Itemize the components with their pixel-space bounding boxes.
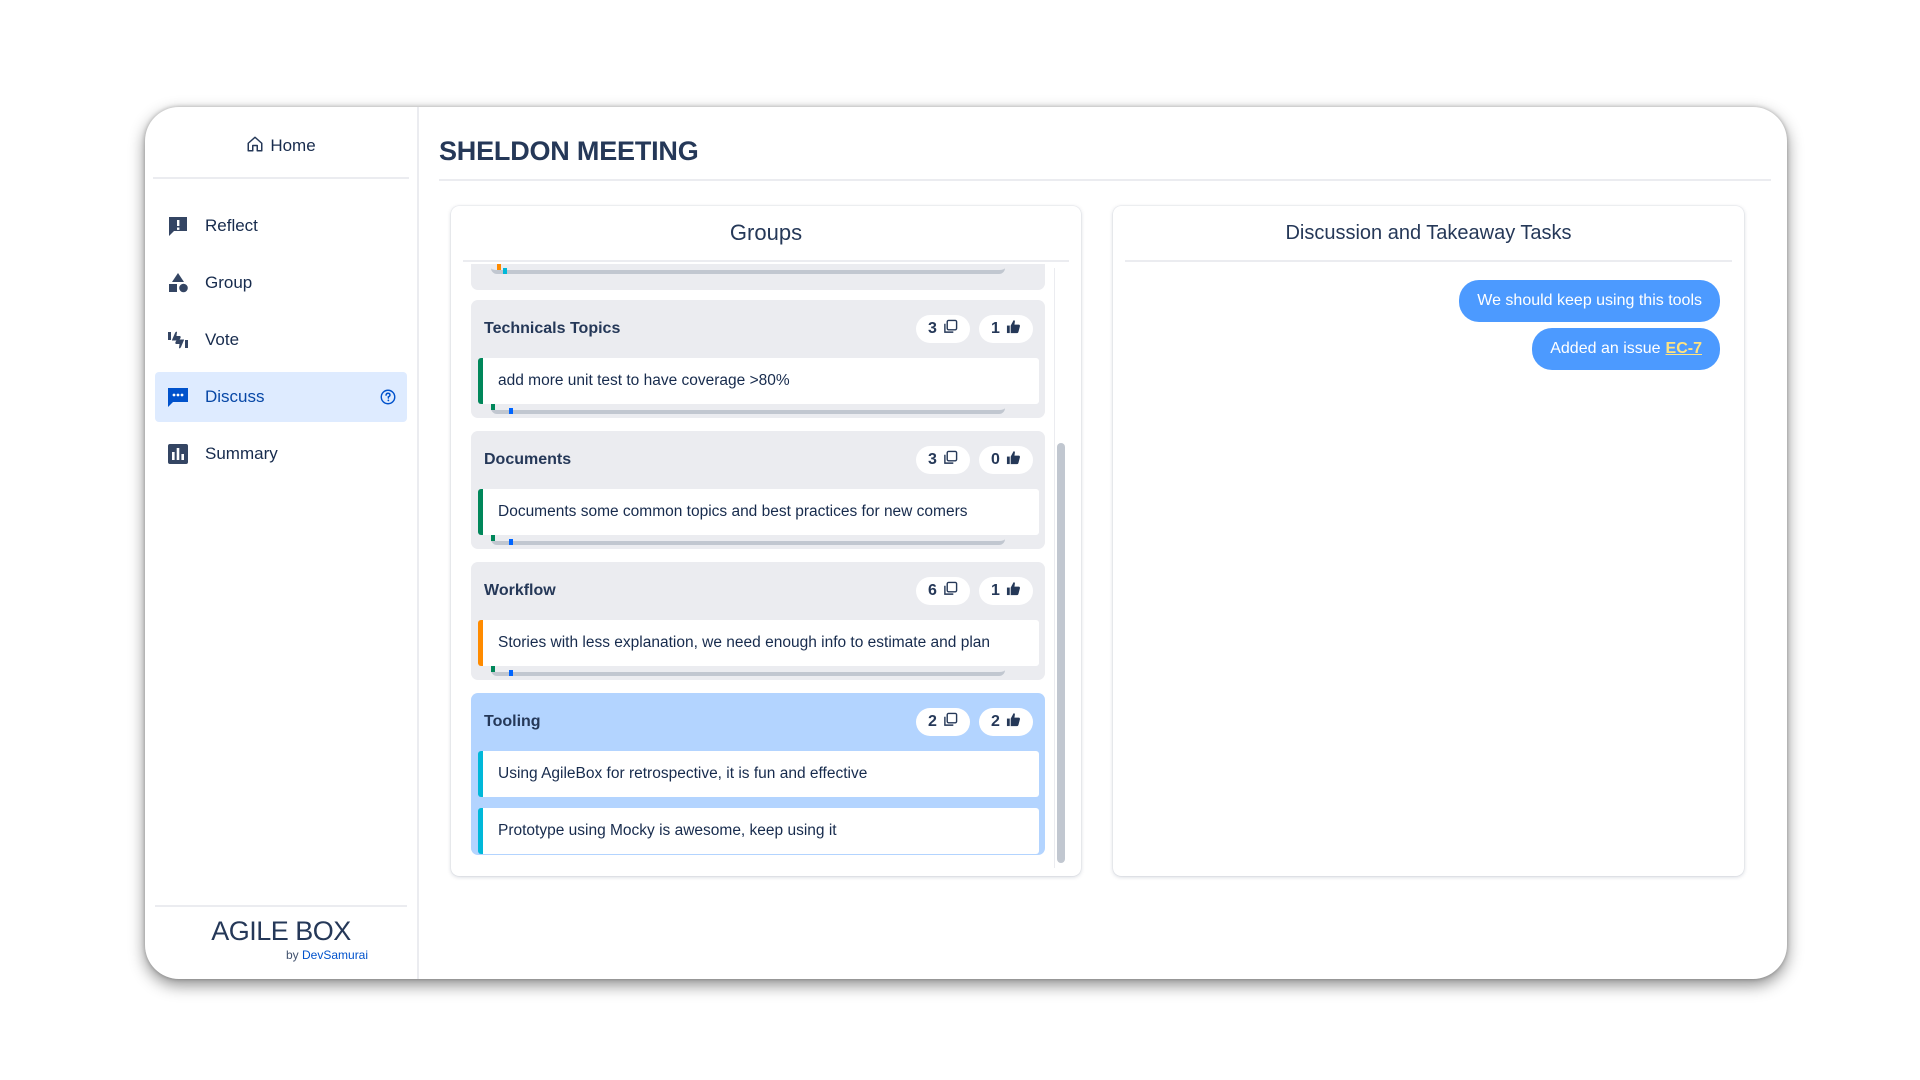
card-stack-indicator [491,404,1005,414]
discussion-messages: We should keep using this tools Added an… [1459,280,1720,370]
group-card-documents[interactable]: Documents 3 0 Documents some common topi… [471,431,1045,549]
card-count-value: 3 [928,451,937,468]
vote-icon [165,327,191,353]
group-name: Workflow [484,582,556,599]
groups-list[interactable]: Technicals Topics 3 1 add more unit test… [471,264,1045,862]
reflect-icon [165,213,191,239]
discussion-panel: Discussion and Takeaway Tasks We should … [1113,206,1744,876]
group-card-partial [471,264,1045,290]
group-name: Tooling [484,713,541,730]
sidebar-item-label: Discuss [205,387,265,406]
retro-card[interactable]: Stories with less explanation, we need e… [478,620,1039,666]
group-icon [165,270,191,296]
group-header: Workflow 6 1 [471,562,1045,620]
sidebar-item-discuss[interactable]: Discuss [155,372,407,422]
vote-count-badge: 2 [979,708,1033,736]
retro-card[interactable]: Using AgileBox for retrospective, it is … [478,751,1039,797]
group-header: Technicals Topics 3 1 [471,300,1045,358]
card-stack-indicator [491,666,1005,676]
brand-logo: AGILE BOX by DevSamurai [155,905,407,979]
card-count-badge: 3 [916,446,970,474]
card-count-value: 3 [928,320,937,337]
group-card-tooling[interactable]: Tooling 2 2 Using AgileBox for retrospec… [471,693,1045,855]
sidebar: Home Reflect Group Vote Discuss Summary … [145,107,419,979]
sidebar-item-label: Summary [205,444,278,463]
group-card-technicals-topics[interactable]: Technicals Topics 3 1 add more unit test… [471,300,1045,418]
groups-panel-title: Groups [463,206,1069,262]
summary-icon [165,441,191,467]
issue-link[interactable]: EC-7 [1666,340,1702,358]
app-window: Home Reflect Group Vote Discuss Summary … [145,107,1787,979]
group-header: Documents 3 0 [471,431,1045,489]
sidebar-nav: Reflect Group Vote Discuss Summary [155,201,407,479]
page-title: SHELDON MEETING [439,107,1771,181]
retro-card[interactable]: add more unit test to have coverage >80% [478,358,1039,404]
groups-panel: Groups Technicals Topics 3 1 add more un… [451,206,1081,876]
sidebar-item-vote[interactable]: Vote [155,315,407,365]
retro-card[interactable]: Prototype using Mocky is awesome, keep u… [478,808,1039,854]
groups-scrollbar[interactable] [1054,268,1065,868]
message-text: Added an issue [1550,340,1661,357]
cards-icon [943,319,958,339]
sidebar-item-group[interactable]: Group [155,258,407,308]
discussion-panel-title: Discussion and Takeaway Tasks [1125,206,1732,262]
discuss-icon [165,384,191,410]
sidebar-item-label: Reflect [205,216,258,235]
message-bubble[interactable]: We should keep using this tools [1459,280,1720,322]
group-name: Technicals Topics [484,320,621,337]
vote-count-value: 1 [991,582,1000,599]
sidebar-item-reflect[interactable]: Reflect [155,201,407,251]
thumbs-up-icon [1006,581,1021,601]
cards-icon [943,581,958,601]
cards-icon [943,450,958,470]
thumbs-up-icon [1006,712,1021,732]
cards-icon [943,712,958,732]
vote-count-value: 2 [991,713,1000,730]
card-count-badge: 6 [916,577,970,605]
group-card-workflow[interactable]: Workflow 6 1 Stories with less explanati… [471,562,1045,680]
brand-company: DevSamurai [302,948,369,962]
vote-count-value: 1 [991,320,1000,337]
card-count-value: 2 [928,713,937,730]
card-count-badge: 2 [916,708,970,736]
card-stack-indicator [491,535,1005,545]
scrollbar-thumb[interactable] [1057,443,1065,863]
card-stack-indicator [491,264,1005,274]
message-text: We should keep using this tools [1477,292,1702,309]
vote-count-badge: 1 [979,315,1033,343]
vote-count-badge: 0 [979,446,1033,474]
brand-byline: by DevSamurai [155,948,407,962]
brand-title: AGILE BOX [211,916,351,946]
vote-count-badge: 1 [979,577,1033,605]
vote-count-value: 0 [991,451,1000,468]
thumbs-up-icon [1006,450,1021,470]
thumbs-up-icon [1006,319,1021,339]
group-name: Documents [484,451,572,468]
home-link[interactable]: Home [153,107,409,179]
brand-by: by [285,948,299,962]
main-content: SHELDON MEETING Groups Technicals Topics [419,107,1787,979]
help-icon[interactable] [379,388,397,406]
card-count-badge: 3 [916,315,970,343]
message-bubble[interactable]: Added an issue EC-7 [1532,328,1720,370]
group-header: Tooling 2 2 [471,693,1045,751]
sidebar-item-label: Vote [205,330,240,349]
sidebar-item-label: Group [205,273,253,292]
sidebar-item-summary[interactable]: Summary [155,429,407,479]
card-count-value: 6 [928,582,937,599]
home-label: Home [270,136,316,155]
home-icon [246,135,264,158]
retro-card[interactable]: Documents some common topics and best pr… [478,489,1039,535]
